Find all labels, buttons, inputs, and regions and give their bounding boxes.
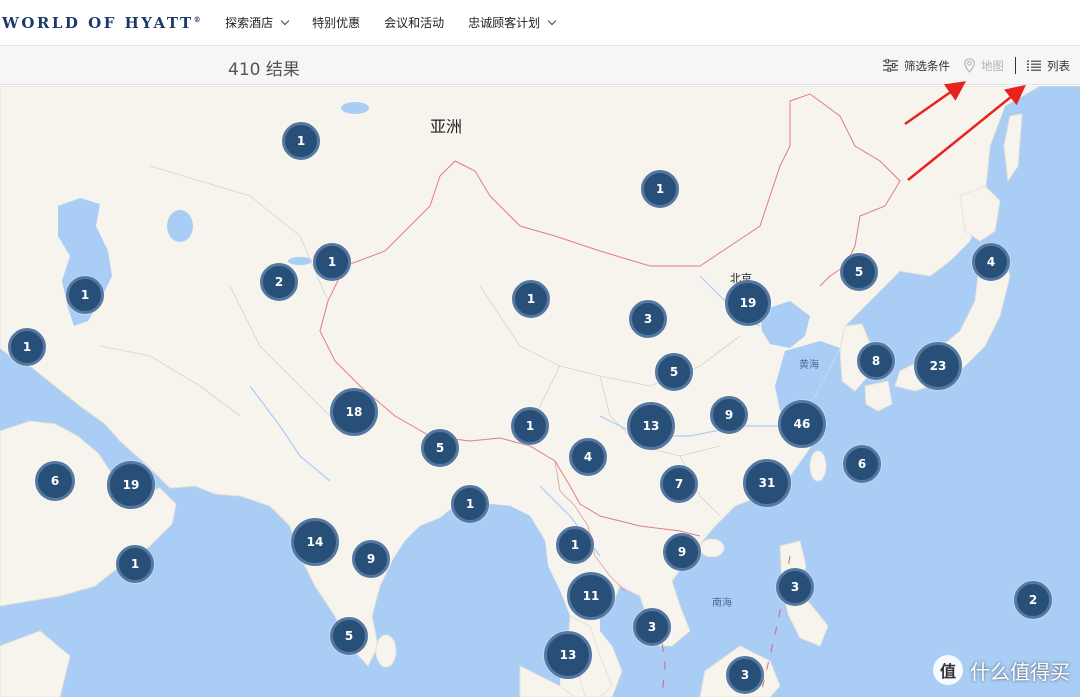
list-icon: [1027, 60, 1041, 71]
hotel-cluster-marker[interactable]: 1: [512, 280, 550, 318]
label-asia: 亚洲: [430, 117, 463, 136]
results-count: 410 结果: [228, 60, 300, 80]
watermark: 值 什么值得买: [933, 655, 1070, 685]
hotel-cluster-marker[interactable]: 9: [710, 396, 748, 434]
top-nav: WORLD OF HYATT® 探索酒店 特别优惠 会议和活动 忠诚顾客计划: [0, 0, 1080, 46]
filter-button[interactable]: 筛选条件: [883, 58, 950, 74]
hotel-cluster-marker[interactable]: 1: [511, 407, 549, 445]
hotel-cluster-marker[interactable]: 5: [840, 253, 878, 291]
hotel-cluster-marker[interactable]: 46: [778, 400, 826, 448]
hotel-cluster-marker[interactable]: 2: [260, 263, 298, 301]
map-label: 地图: [981, 58, 1004, 73]
hotel-cluster-marker[interactable]: 3: [776, 568, 814, 606]
hotel-cluster-marker[interactable]: 5: [421, 429, 459, 467]
hotel-cluster-marker[interactable]: 1: [282, 122, 320, 160]
results-map[interactable]: 亚洲 北京 黄海 南海 1 1 1 2 1 1 3 19 5 4 1 5 8 2…: [0, 86, 1080, 697]
hotel-cluster-marker[interactable]: 6: [35, 461, 75, 501]
hotel-cluster-marker[interactable]: 3: [726, 656, 764, 694]
chevron-down-icon: [547, 16, 557, 25]
hotel-cluster-marker[interactable]: 19: [107, 461, 155, 509]
label-south-china-sea: 南海: [712, 598, 732, 609]
menu-meetings-events[interactable]: 会议和活动: [384, 14, 444, 31]
hotel-cluster-marker[interactable]: 6: [843, 445, 881, 483]
menu-special-offers[interactable]: 特别优惠: [312, 14, 360, 31]
map-basemap: [0, 86, 1080, 697]
hotel-cluster-marker[interactable]: 1: [116, 545, 154, 583]
hotel-cluster-marker[interactable]: 9: [663, 533, 701, 571]
filter-label: 筛选条件: [904, 58, 950, 73]
results-bar: 410 结果 筛选条件 地图 列表: [0, 46, 1080, 85]
hotel-cluster-marker[interactable]: 5: [655, 353, 693, 391]
map-view-button[interactable]: 地图: [964, 58, 1004, 74]
hotel-cluster-marker[interactable]: 1: [451, 485, 489, 523]
hotel-cluster-marker[interactable]: 3: [629, 300, 667, 338]
view-toolbar: 筛选条件 地图 列表: [883, 46, 1070, 85]
hotel-cluster-marker[interactable]: 13: [627, 402, 675, 450]
hotel-cluster-marker[interactable]: 2: [1014, 581, 1052, 619]
hotel-cluster-marker[interactable]: 4: [569, 438, 607, 476]
hotel-cluster-marker[interactable]: 1: [313, 243, 351, 281]
hotel-cluster-marker[interactable]: 9: [352, 540, 390, 578]
hotel-cluster-marker[interactable]: 4: [972, 243, 1010, 281]
menu-explore-hotels[interactable]: 探索酒店: [225, 14, 290, 31]
hotel-cluster-marker[interactable]: 31: [743, 459, 791, 507]
hotel-cluster-marker[interactable]: 11: [567, 572, 615, 620]
hotel-cluster-marker[interactable]: 1: [8, 328, 46, 366]
watermark-logo-icon: 值: [933, 655, 963, 685]
chevron-down-icon: [280, 16, 290, 25]
hotel-cluster-marker[interactable]: 1: [556, 526, 594, 564]
hotel-cluster-marker[interactable]: 7: [660, 465, 698, 503]
main-menu: 探索酒店 特别优惠 会议和活动 忠诚顾客计划: [225, 14, 579, 31]
hotel-cluster-marker[interactable]: 18: [330, 388, 378, 436]
hotel-cluster-marker[interactable]: 5: [330, 617, 368, 655]
hotel-cluster-marker[interactable]: 13: [544, 631, 592, 679]
sliders-icon: [883, 59, 898, 72]
hotel-cluster-marker[interactable]: 14: [291, 518, 339, 566]
watermark-text: 什么值得买: [970, 659, 1070, 684]
list-label: 列表: [1047, 58, 1070, 73]
menu-loyalty-program[interactable]: 忠诚顾客计划: [468, 14, 557, 31]
list-view-button[interactable]: 列表: [1027, 58, 1070, 74]
hotel-cluster-marker[interactable]: 3: [633, 608, 671, 646]
hotel-cluster-marker[interactable]: 8: [857, 342, 895, 380]
hyatt-logo[interactable]: WORLD OF HYATT®: [0, 14, 203, 32]
hotel-cluster-marker[interactable]: 1: [66, 276, 104, 314]
hotel-cluster-marker[interactable]: 1: [641, 170, 679, 208]
hotel-cluster-marker[interactable]: 19: [725, 280, 771, 326]
toolbar-divider: [1015, 57, 1016, 74]
map-pin-icon: [964, 58, 975, 73]
hotel-cluster-marker[interactable]: 23: [914, 342, 962, 390]
label-yellow-sea: 黄海: [799, 360, 819, 371]
